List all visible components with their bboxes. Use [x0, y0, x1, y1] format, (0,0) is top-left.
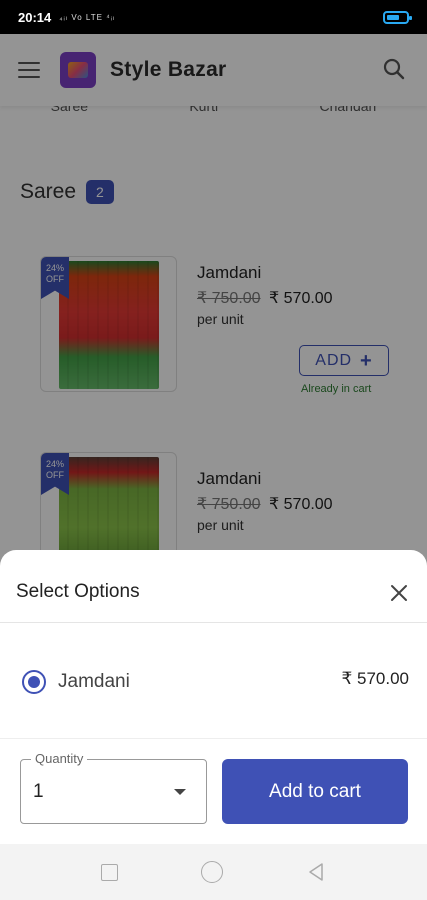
signal-icons: ₄ᵢₗ Vo LTE ⁴ᵢₗ — [59, 12, 116, 22]
home-icon[interactable] — [200, 861, 223, 883]
divider — [0, 622, 427, 623]
recent-apps-icon[interactable] — [101, 863, 119, 881]
option-row[interactable]: Jamdani ₹ 570.00 — [0, 660, 427, 708]
dropdown-arrow-icon — [174, 789, 186, 795]
radio-selected-icon[interactable] — [22, 670, 46, 694]
add-to-cart-button[interactable]: Add to cart — [222, 759, 408, 824]
option-price: ₹ 570.00 — [341, 669, 409, 688]
status-bar: 20:14 ₄ᵢₗ Vo LTE ⁴ᵢₗ — [0, 0, 427, 34]
quantity-value: 1 — [33, 781, 44, 802]
divider — [0, 738, 427, 739]
select-options-sheet: Select Options Jamdani ₹ 570.00 Quantity… — [0, 550, 427, 844]
status-time: 20:14 — [18, 9, 52, 25]
battery-icon — [383, 11, 412, 24]
back-icon[interactable] — [306, 862, 326, 882]
close-icon[interactable] — [389, 583, 409, 603]
system-nav-bar — [0, 844, 427, 900]
quantity-select[interactable]: Quantity 1 — [20, 751, 207, 824]
option-label: Jamdani — [58, 671, 130, 692]
quantity-label: Quantity — [31, 751, 88, 766]
sheet-title: Select Options — [16, 581, 140, 602]
